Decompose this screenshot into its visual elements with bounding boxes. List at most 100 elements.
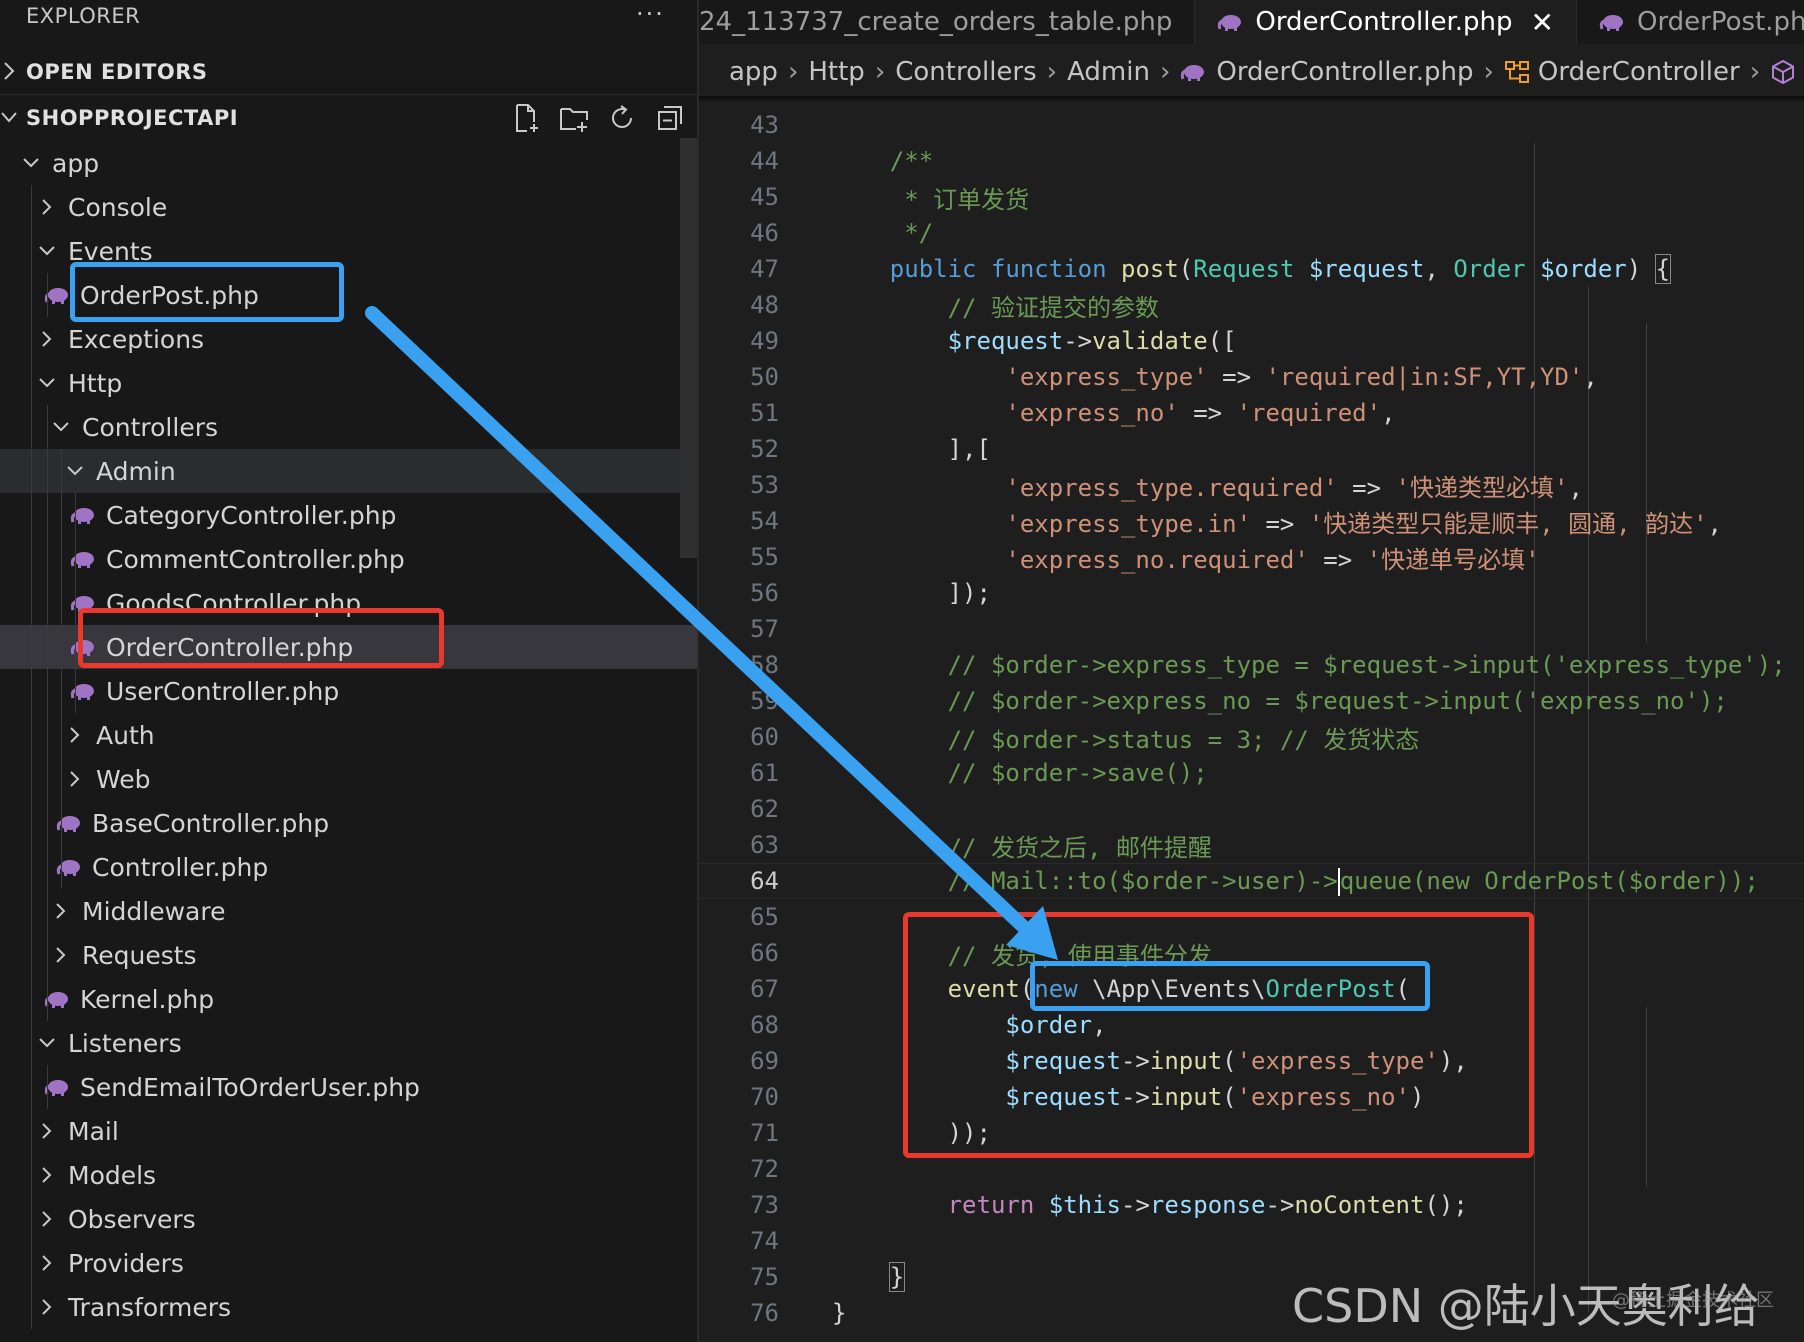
code-line[interactable]: 44 /** — [699, 143, 1804, 179]
code-line[interactable]: 48 // 验证提交的参数 — [699, 287, 1804, 323]
tree-folder-console[interactable]: Console — [0, 185, 697, 229]
chevron-down-icon — [39, 1038, 55, 1048]
tree-indent-guide — [31, 493, 32, 537]
code-token: ],[ — [947, 435, 991, 463]
tree-file-commentcontroller-php[interactable]: CommentController.php — [0, 537, 697, 581]
variable: $request — [1308, 255, 1425, 283]
code-text: ]); — [832, 579, 991, 607]
chevron-right-icon: › — [874, 57, 886, 87]
code-line[interactable]: 73 return $this->response->noContent(); — [699, 1187, 1804, 1223]
code-token: (); — [1424, 1191, 1468, 1219]
code-line[interactable]: 55 'express_no.required' => '快递单号必填' — [699, 539, 1804, 575]
highlight-event-dispatch-code — [903, 912, 1534, 1158]
line-number: 64 — [750, 867, 779, 895]
tree-folder-mail[interactable]: Mail — [0, 1109, 697, 1153]
breadcrumb-controllers[interactable]: Controllers — [895, 57, 1036, 87]
code-line[interactable]: 53 'express_type.required' => '快递类型必填', — [699, 467, 1804, 503]
code-line[interactable]: 50 'express_type' => 'required|in:SF,YT,… — [699, 359, 1804, 395]
tree-folder-models[interactable]: Models — [0, 1153, 697, 1197]
refresh-icon[interactable] — [606, 102, 638, 134]
breadcrumb-app[interactable]: app — [729, 57, 778, 87]
tree-folder-http[interactable]: Http — [0, 361, 697, 405]
tab-order-controller[interactable]: OrderController.php ✕ — [1195, 0, 1577, 44]
open-editors-section[interactable]: OPEN EDITORS — [0, 50, 697, 95]
code-line[interactable]: 49 $request->validate([ — [699, 323, 1804, 359]
code-line[interactable]: 64 // Mail::to($order->user)->queue(new … — [699, 863, 1804, 899]
tree-folder-listeners[interactable]: Listeners — [0, 1021, 697, 1065]
code-line[interactable]: 57 — [699, 611, 1804, 647]
code-line[interactable]: 60 // $order->status = 3; // 发货状态 — [699, 719, 1804, 755]
chevron-down-icon — [53, 422, 69, 432]
code-line[interactable]: 58 // $order->express_type = $request->i… — [699, 647, 1804, 683]
breadcrumb-class-label: OrderController — [1537, 57, 1740, 87]
breadcrumb-file[interactable]: OrderController.php — [1180, 57, 1474, 87]
code-line[interactable]: 63 // 发货之后, 邮件提醒 — [699, 827, 1804, 863]
close-icon[interactable]: ✕ — [1531, 6, 1554, 39]
tree-folder-exceptions[interactable]: Exceptions — [0, 317, 697, 361]
code-line[interactable]: 51 'express_no' => 'required', — [699, 395, 1804, 431]
tree-indent-guide — [47, 845, 48, 889]
tree-folder-web[interactable]: Web — [0, 757, 697, 801]
tree-indent-guide — [31, 1109, 32, 1153]
tree-folder-providers[interactable]: Providers — [0, 1241, 697, 1285]
tab-order-post[interactable]: OrderPost.php — [1577, 0, 1804, 44]
tree-file-sendemailtoorderuser-php[interactable]: SendEmailToOrderUser.php — [0, 1065, 697, 1109]
tree-file-controller-php[interactable]: Controller.php — [0, 845, 697, 889]
tree-folder-middleware[interactable]: Middleware — [0, 889, 697, 933]
tree-file-categorycontroller-php[interactable]: CategoryController.php — [0, 493, 697, 537]
tree-indent-guide — [31, 1285, 32, 1329]
tree-folder-transformers[interactable]: Transformers — [0, 1285, 697, 1329]
type: Order — [1453, 255, 1526, 283]
tree-indent-guide — [31, 317, 32, 361]
comment: // $order->express_no = $request->input(… — [947, 687, 1728, 715]
code-text: * 订单发货 — [832, 180, 1029, 215]
tree-file-usercontroller-php[interactable]: UserController.php — [0, 669, 697, 713]
code-text: // 验证提交的参数 — [832, 288, 1159, 323]
keyword: return — [947, 1191, 1035, 1219]
line-number: 48 — [750, 291, 779, 319]
code-token: -> — [1265, 1191, 1295, 1219]
line-number: 71 — [750, 1119, 779, 1147]
tree-item-label: Console — [68, 192, 168, 222]
tree-file-kernel-php[interactable]: Kernel.php — [0, 977, 697, 1021]
more-actions-icon[interactable]: ··· — [636, 0, 665, 28]
code-line[interactable]: 61 // $order->save(); — [699, 755, 1804, 791]
tree-indent-guide — [31, 185, 32, 229]
sidebar-scrollbar[interactable] — [680, 138, 697, 558]
breadcrumb-method[interactable]: po — [1770, 57, 1804, 87]
code-line[interactable]: 54 'express_type.in' => '快递类型只能是顺丰, 圆通, … — [699, 503, 1804, 539]
code-line[interactable]: 59 // $order->express_no = $request->inp… — [699, 683, 1804, 719]
code-line[interactable]: 45 * 订单发货 — [699, 179, 1804, 215]
breadcrumb-http[interactable]: Http — [808, 57, 864, 87]
code-line[interactable]: 56 ]); — [699, 575, 1804, 611]
project-section[interactable]: SHOPPROJECTAPI — [0, 96, 697, 140]
code-token: => — [1337, 473, 1396, 502]
tree-indent-guide — [31, 757, 32, 801]
new-folder-icon[interactable] — [558, 102, 590, 134]
new-file-icon[interactable] — [510, 102, 542, 134]
tree-folder-admin[interactable]: Admin — [0, 449, 697, 493]
breadcrumb-class[interactable]: OrderController — [1504, 57, 1740, 87]
tree-item-label: Models — [68, 1160, 157, 1190]
doc-comment: */ — [889, 219, 934, 247]
tree-folder-app[interactable]: app — [0, 141, 697, 185]
tree-folder-auth[interactable]: Auth — [0, 713, 697, 757]
doc-comment: * 订单发货 — [889, 185, 1030, 214]
code-line[interactable]: 52 ],[ — [699, 431, 1804, 467]
breadcrumb-file-label: OrderController.php — [1216, 57, 1474, 87]
breadcrumb-admin[interactable]: Admin — [1067, 57, 1150, 87]
collapse-all-icon[interactable] — [654, 102, 686, 134]
tree-file-basecontroller-php[interactable]: BaseController.php — [0, 801, 697, 845]
code-line[interactable]: 62 — [699, 791, 1804, 827]
tree-folder-controllers[interactable]: Controllers — [0, 405, 697, 449]
code-line[interactable]: 74 — [699, 1223, 1804, 1259]
tree-folder-requests[interactable]: Requests — [0, 933, 697, 977]
tree-folder-observers[interactable]: Observers — [0, 1197, 697, 1241]
tab-create-orders-table[interactable]: 24_113737_create_orders_table.php — [699, 0, 1196, 44]
code-line[interactable]: 46 */ — [699, 215, 1804, 251]
code-text: // $order->status = 3; // 发货状态 — [832, 720, 1420, 755]
code-line[interactable]: 47 public function post(Request $request… — [699, 251, 1804, 287]
code-line[interactable]: 43 — [699, 107, 1804, 143]
tree-indent-guide — [31, 229, 32, 273]
tree-indent-guide — [61, 581, 62, 625]
